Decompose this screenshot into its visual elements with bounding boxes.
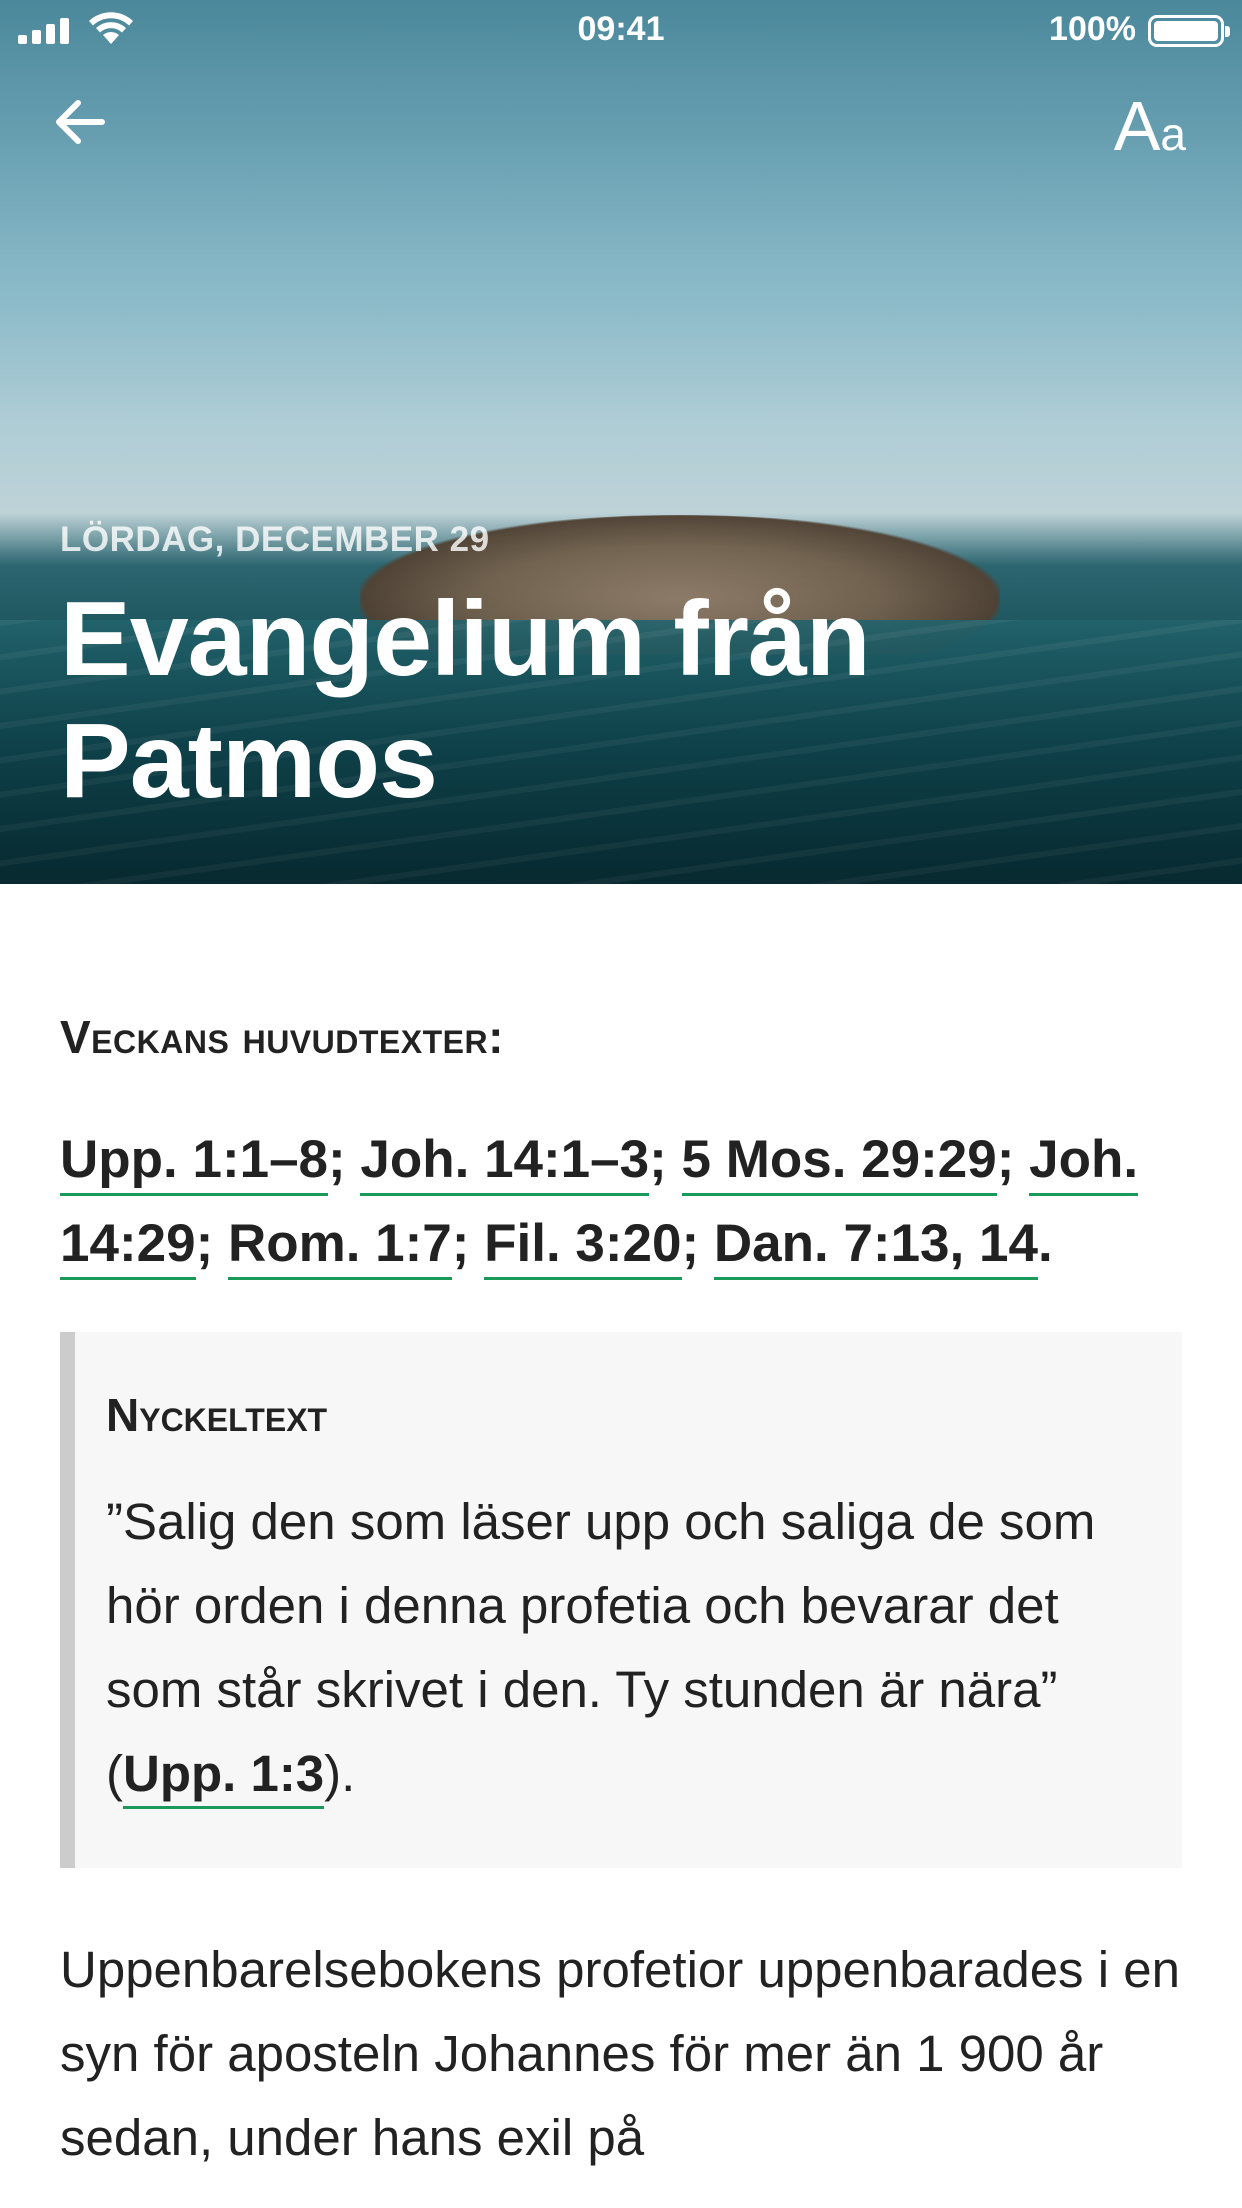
lesson-title: Evangelium från Patmos [60,580,871,820]
battery-icon [1148,15,1230,47]
key-text-reference-link[interactable]: Upp. 1:3 [122,1745,325,1809]
arrow-left-icon [56,100,105,144]
key-text-block: Nyckeltext ”Salig den som läser upp och … [60,1332,1182,1868]
reference-separator: ; [681,1214,714,1273]
font-size-icon-small: a [1160,108,1186,160]
status-bar: 09:41 100% [0,0,1242,60]
font-size-icon-large: A [1113,87,1161,165]
main-texts-heading: Veckans huvudtexter: [60,1011,504,1063]
reference-separator: ; [996,1130,1030,1189]
font-size-button[interactable]: Aa [1114,86,1186,166]
key-text-label: Nyckeltext [106,1389,328,1441]
key-text-quote: ”Salig den som läser upp och saliga de s… [106,1480,1142,1816]
reference-link[interactable]: Upp. 1:1–8 [60,1130,329,1196]
bible-references: Upp. 1:1–8; Joh. 14:1–3; 5 Mos. 29:29; J… [60,1118,1182,1286]
reference-link[interactable]: Fil. 3:20 [484,1214,682,1280]
reference-separator: ; [649,1130,682,1189]
back-button[interactable] [50,92,110,152]
reference-separator: ; [451,1214,485,1273]
reference-separator: . [1037,1214,1053,1273]
reference-link[interactable]: 5 Mos. 29:29 [681,1130,997,1196]
lesson-body-text: Uppenbarelsebokens profetior uppenbarade… [60,1941,1180,2166]
reference-separator: ; [195,1214,228,1273]
reference-link[interactable]: Dan. 7:13, 14 [713,1214,1038,1280]
reference-link[interactable]: Joh. 14:1–3 [360,1130,650,1196]
reference-link[interactable]: Rom. 1:7 [227,1214,452,1280]
lesson-content: Veckans huvudtexter: Upp. 1:1–8; Joh. 14… [60,1010,1182,2180]
reference-separator: ; [328,1130,361,1189]
lesson-date: LÖRDAG, DECEMBER 29 [60,520,490,559]
battery-percent: 100% [1049,10,1136,48]
